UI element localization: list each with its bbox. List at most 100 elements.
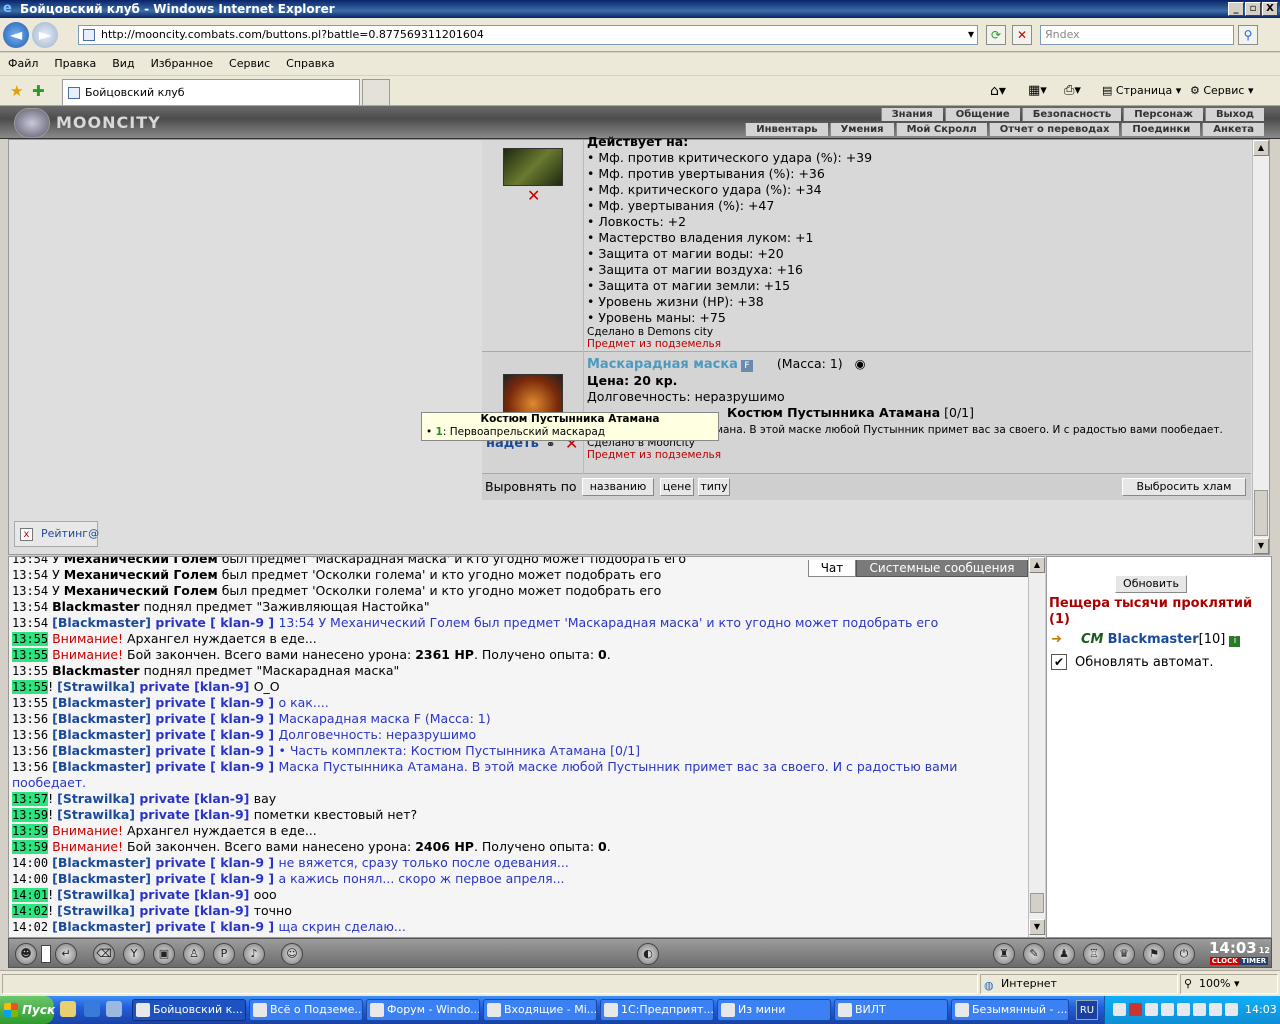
home-icon[interactable]: ⌂▾ [990, 82, 1006, 100]
flag-icon[interactable]: ⚑ [1143, 943, 1165, 965]
friends-icon[interactable]: ♟ [1053, 943, 1075, 965]
private-icon[interactable]: P [213, 943, 235, 965]
scroll-down-icon[interactable]: ▼ [1253, 538, 1269, 554]
maximize-button[interactable]: ▫ [1245, 2, 1261, 16]
chat-mode-indicator[interactable] [41, 945, 51, 963]
menu-file[interactable]: Файл [0, 53, 46, 75]
security-zone[interactable]: ◍ Интернет [980, 974, 1178, 994]
chat-nick[interactable]: [Strawilka] [57, 807, 135, 822]
chat-time[interactable]: 13:55 [12, 632, 49, 646]
armor-icon[interactable]: ♖ [1083, 943, 1105, 965]
chat-time[interactable]: 13:59 [12, 840, 49, 854]
tab-combats[interactable]: Бойцовский клуб [62, 79, 360, 105]
chat-text[interactable]: private [ klan-9 ] [151, 711, 278, 726]
main-scrollbar[interactable]: ▲ ▼ [1252, 140, 1269, 554]
menu-help[interactable]: Справка [278, 53, 342, 75]
menu-tools[interactable]: Сервис [221, 53, 278, 75]
chat-text[interactable]: private [klan-9] [135, 791, 254, 806]
chat-text[interactable]: private [ klan-9 ] [151, 615, 278, 630]
private-arrow-icon[interactable]: ➜ [1051, 631, 1062, 649]
chat-text[interactable]: private [klan-9] [135, 903, 254, 918]
tray-icon[interactable] [1129, 1003, 1142, 1016]
task-button[interactable]: Входящие - Mi... [483, 999, 597, 1021]
quill-icon[interactable]: ✎ [1023, 943, 1045, 965]
tray-icon[interactable] [1161, 1003, 1174, 1016]
close-window-button[interactable]: X [1262, 2, 1278, 16]
page-menu[interactable]: ▤ Страница ▾ [1102, 82, 1181, 100]
scroll-up-icon[interactable]: ▲ [1029, 557, 1045, 573]
chat-text[interactable]: private [ klan-9 ] [151, 743, 278, 758]
task-button[interactable]: Всё о Подземе... [249, 999, 363, 1021]
chat-text[interactable]: private [ klan-9 ] [151, 919, 278, 934]
chat-time[interactable]: 13:55 [12, 696, 48, 710]
tray-icon[interactable] [1193, 1003, 1206, 1016]
chat-scrollbar[interactable]: ▲ ▼ [1028, 557, 1045, 937]
language-indicator[interactable]: RU [1076, 1000, 1098, 1020]
tools-menu[interactable]: ⚙ Сервис ▾ [1190, 82, 1254, 100]
menu-favorites[interactable]: Избранное [143, 53, 221, 75]
sort-by-name-button[interactable]: названию [582, 478, 654, 496]
favorites-star-icon[interactable]: ★ [10, 82, 23, 100]
search-input[interactable]: Яndex [1040, 25, 1234, 45]
chat-nick[interactable]: [Blackmaster] [52, 727, 151, 742]
chat-nick[interactable]: [Blackmaster] [52, 615, 151, 630]
tray-icon[interactable] [1145, 1003, 1158, 1016]
castle-icon[interactable]: ♛ [1113, 943, 1135, 965]
save-log-icon[interactable]: ▣ [153, 943, 175, 965]
chat-time[interactable]: 13:56 [12, 760, 48, 774]
chat-nick[interactable]: [Blackmaster] [52, 711, 151, 726]
sort-by-type-button[interactable]: типу [698, 478, 730, 496]
tray-icon[interactable] [1225, 1003, 1238, 1016]
task-button[interactable]: 1С:Предприят... [600, 999, 714, 1021]
task-button[interactable]: Безымянный - ... [951, 999, 1069, 1021]
chat-nick[interactable]: [Blackmaster] [52, 871, 151, 886]
task-button[interactable]: ВИЛТ [834, 999, 948, 1021]
tray-icon[interactable] [1113, 1003, 1126, 1016]
gloves-image[interactable] [503, 148, 563, 186]
chat-nick[interactable]: [Blackmaster] [52, 855, 151, 870]
link-character[interactable]: Персонаж [1123, 108, 1203, 121]
chat-time[interactable]: 13:56 [12, 712, 48, 726]
start-button[interactable]: Пуск [0, 996, 55, 1024]
print-icon[interactable]: ⎙▾ [1064, 82, 1081, 100]
sort-by-price-button[interactable]: цене [660, 478, 694, 496]
clock-label[interactable]: CLOCK [1209, 957, 1240, 965]
chat-time[interactable]: 13:54 [12, 616, 48, 630]
back-button[interactable]: ◄ [3, 22, 29, 48]
task-button[interactable]: Бойцовский к... [132, 999, 246, 1021]
add-favorite-icon[interactable]: ✚ [32, 82, 45, 100]
chat-time[interactable]: 13:55 [12, 664, 48, 678]
chat-time[interactable]: 13:54 [12, 600, 48, 614]
chat-nick[interactable]: [Blackmaster] [52, 743, 151, 758]
sound-icon[interactable]: ♪ [243, 943, 265, 965]
link-exit[interactable]: Выход [1204, 108, 1264, 121]
link-knowledge[interactable]: Знания [880, 108, 943, 121]
chat-time[interactable]: 13:54 [12, 568, 48, 582]
chat-time[interactable]: 13:56 [12, 728, 48, 742]
link-communication[interactable]: Общение [944, 108, 1020, 121]
task-button[interactable]: Из мини [717, 999, 831, 1021]
chat-nick[interactable]: [Strawilka] [57, 887, 135, 902]
chat-text[interactable]: private [ klan-9 ] [151, 759, 278, 774]
chat-text[interactable]: private [klan-9] [135, 679, 254, 694]
person-icon[interactable]: ♙ [183, 943, 205, 965]
rating-widget[interactable]: x Рейтинг@ [14, 521, 99, 547]
bag-icon[interactable]: ♜ [993, 943, 1015, 965]
tray-icon[interactable] [1177, 1003, 1190, 1016]
refresh-button[interactable]: Обновить [1115, 575, 1187, 593]
chat-nick[interactable]: [Strawilka] [57, 679, 135, 694]
chat-nick[interactable]: [Blackmaster] [52, 695, 151, 710]
chat-nick[interactable]: [Blackmaster] [52, 919, 151, 934]
info-icon[interactable]: ◉ [855, 356, 866, 371]
chat-text[interactable]: private [ klan-9 ] [151, 727, 278, 742]
chat-nick[interactable]: [Blackmaster] [52, 759, 151, 774]
chat-text[interactable]: private [klan-9] [135, 807, 254, 822]
chat-time[interactable]: 13:55 [12, 648, 49, 662]
chat-time[interactable]: 14:01 [12, 888, 49, 902]
minimize-button[interactable]: _ [1228, 2, 1244, 16]
quicklaunch-icon[interactable] [60, 1001, 76, 1017]
smile-head-icon[interactable]: ☻ [15, 943, 37, 965]
chat-time[interactable]: 13:54 [12, 584, 48, 598]
chat-nick[interactable]: [Strawilka] [57, 791, 135, 806]
address-input[interactable]: http://mooncity.combats.com/buttons.pl?b… [78, 25, 978, 45]
